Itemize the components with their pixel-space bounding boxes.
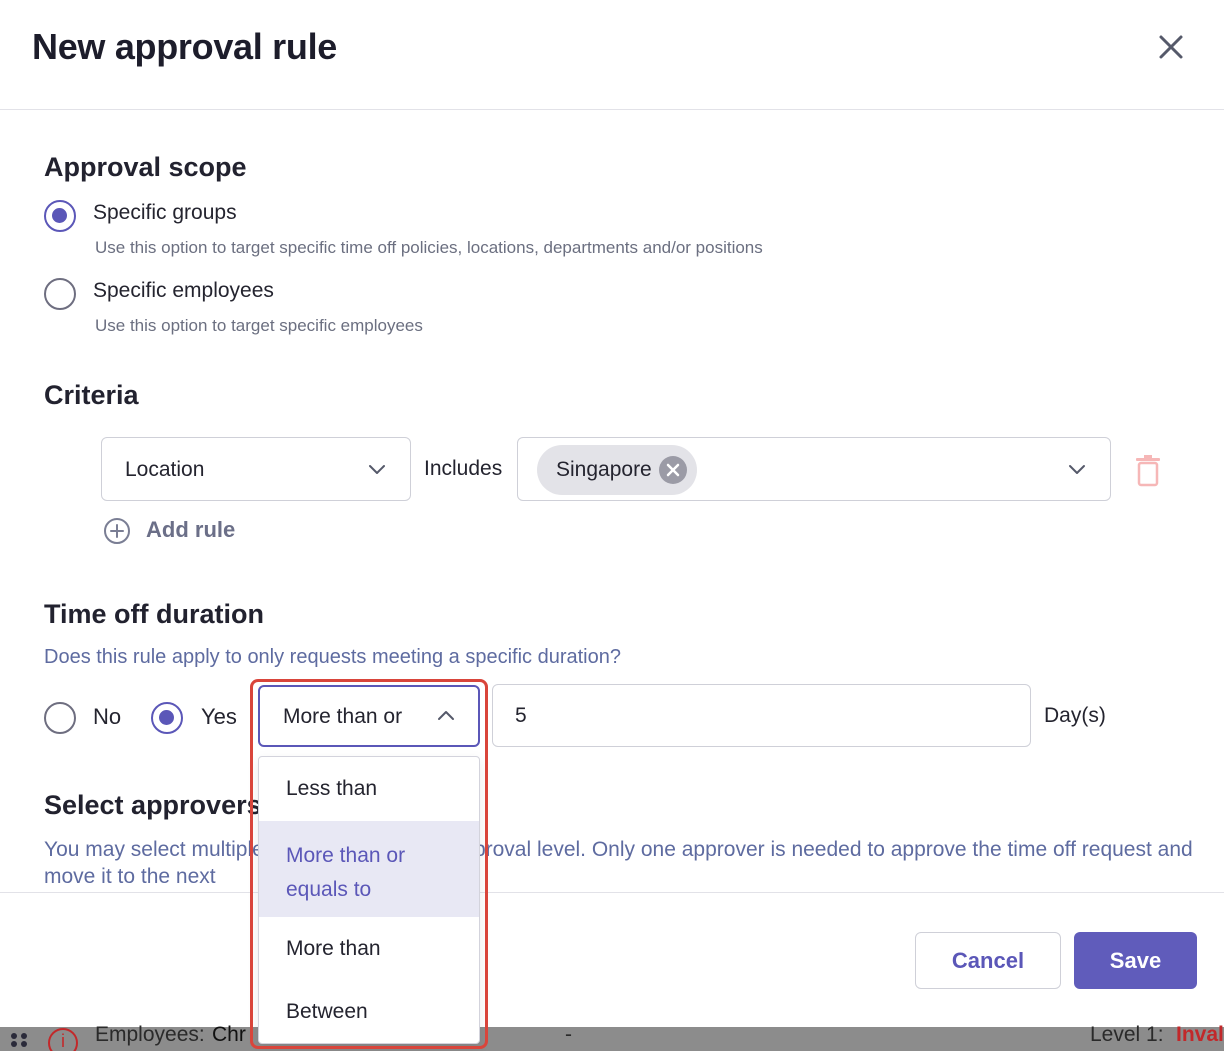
radio-duration-yes[interactable] [151,702,183,734]
menu-item-less-than[interactable]: Less than [259,757,479,821]
plus-circle-icon [104,518,130,544]
duration-comparison-value: More than or [283,705,403,728]
radio-specific-employees[interactable] [44,278,76,310]
criteria-title: Criteria [44,380,139,410]
radio-specific-groups[interactable] [44,200,76,232]
save-button[interactable]: Save [1074,932,1197,989]
menu-item-more-than[interactable]: More than [259,917,479,981]
background-row: i Employees: Chr - Level 1: Inval [0,1023,1224,1051]
select-approvers-help: You may select multiple approvers for ea… [44,838,1193,888]
radio-specific-groups-label[interactable]: Specific groups [93,201,237,225]
criteria-chip-label: Singapore [556,458,652,481]
background-dash: - [565,1023,572,1046]
chevron-up-icon [438,711,454,720]
warning-info-icon: i [48,1028,78,1051]
duration-question: Does this rule apply to only requests me… [44,646,621,668]
criteria-chip: Singapore [537,445,697,495]
add-rule-label: Add rule [146,517,236,542]
menu-item-label-line1: More than or [286,844,406,867]
delete-rule-button[interactable] [1134,453,1162,487]
background-employees-label: Employees: [95,1023,205,1046]
duration-comparison-select[interactable]: More than or [258,685,480,747]
duration-amount-input[interactable] [492,684,1031,747]
menu-item-label-line2: equals to [286,878,372,901]
trash-icon [1136,455,1160,487]
background-status: Inval [1176,1023,1224,1046]
criteria-field-select[interactable]: Location [101,437,411,501]
background-employees-value: Chr [212,1023,246,1046]
menu-item-label: More than [286,937,381,960]
time-off-duration-title: Time off duration [44,599,264,629]
chevron-down-icon [1069,465,1085,474]
remove-chip-button[interactable] [659,456,687,484]
menu-item-label: Between [286,1000,368,1023]
modal-header: New approval rule [0,0,1224,110]
background-level-label: Level 1: [1090,1023,1164,1046]
close-icon [1159,35,1183,59]
radio-duration-yes-label[interactable]: Yes [201,704,237,730]
specific-groups-help: Use this option to target specific time … [95,238,763,257]
radio-specific-employees-label[interactable]: Specific employees [93,279,274,303]
approval-scope-title: Approval scope [44,152,247,182]
cancel-button[interactable]: Cancel [915,932,1061,989]
menu-item-more-than-or-equals-to[interactable]: More than or equals to [259,821,479,917]
menu-item-label: Less than [286,777,378,800]
criteria-operator: Includes [424,457,503,480]
select-approvers-title: Select approvers [44,790,262,820]
menu-item-between[interactable]: Between [259,981,479,1043]
radio-duration-no[interactable] [44,702,76,734]
drag-handle-icon [11,1033,27,1047]
modal-title: New approval rule [32,26,337,67]
criteria-field-value: Location [125,458,205,481]
chevron-down-icon [369,465,385,474]
close-button[interactable] [1152,28,1190,66]
duration-unit-label: Day(s) [1044,704,1106,727]
radio-duration-no-label[interactable]: No [93,704,121,730]
specific-employees-help: Use this option to target specific emplo… [95,316,423,335]
close-circle-icon [666,463,680,477]
duration-comparison-menu: Less than More than or equals to More th… [258,756,480,1044]
